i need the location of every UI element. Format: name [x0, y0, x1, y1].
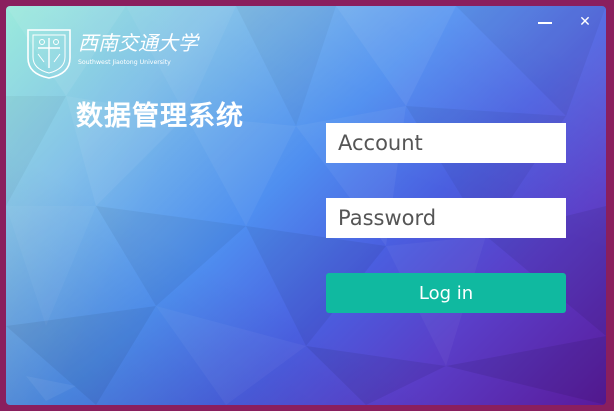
login-button[interactable]: Log in — [326, 273, 566, 313]
system-title: 数据管理系统 — [76, 101, 244, 132]
minimize-button[interactable] — [532, 10, 558, 34]
university-name-en: Southwest Jiaotong University — [78, 59, 171, 66]
university-name-cn: 西南交通大学 — [78, 31, 200, 55]
account-field[interactable] — [326, 123, 566, 163]
minimize-icon — [538, 22, 552, 24]
close-button[interactable]: ✕ — [572, 10, 598, 34]
close-icon: ✕ — [579, 14, 591, 30]
university-seal-icon — [27, 29, 71, 79]
password-field[interactable] — [326, 198, 566, 238]
login-window: ✕ 西南交通大学 Southwest Jiaotong University 数… — [6, 6, 606, 405]
university-logo: 西南交通大学 Southwest Jiaotong University — [27, 29, 200, 79]
